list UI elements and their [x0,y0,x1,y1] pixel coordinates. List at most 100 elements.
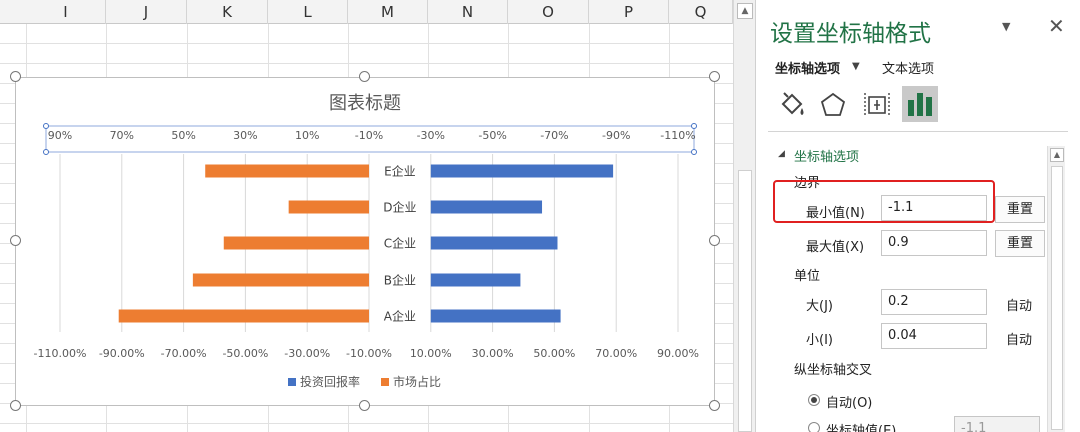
resize-handle-bottom-right[interactable] [709,400,720,411]
chart-area[interactable]: 图表标题 90% 70% 50% 30% 10% -10% -30% -50% -70% -90% -… [15,77,715,406]
column-header-i[interactable]: I [26,0,106,24]
column-header-j[interactable]: J [106,0,187,24]
bar-chart[interactable]: 图表标题 90% 70% 50% 30% 10% -10% -30% -50% -70% -90% -… [16,78,716,407]
top-axis-tick-label: 90% [48,129,72,142]
top-axis-tick-label: -70% [540,129,568,142]
resize-handle-top-middle[interactable] [359,71,370,82]
worksheet[interactable]: IJKLMNOPQ 图表标题 90% 70% 50% 30% 10% -10% -30% -50… [0,0,733,432]
bar-return-1[interactable] [430,164,614,178]
bottom-axis-tick-label: -70.00% [161,347,207,360]
radio-cross-auto[interactable] [808,394,820,406]
column-header-q[interactable]: Q [669,0,733,24]
minor-unit-auto[interactable]: 自动 [1006,329,1032,348]
pane-vertical-scrollbar[interactable]: ▲ [1047,146,1065,432]
pane-title: 设置坐标轴格式 [770,21,931,47]
bottom-axis-tick-label: 10.00% [410,347,452,360]
maximum-input[interactable]: 0.9 [881,230,987,256]
bottom-axis-tick-label: -30.00% [284,347,330,360]
section-title-axis-options[interactable]: 坐标轴选项 [794,146,859,165]
cross-value-input[interactable]: -1.1 [954,416,1040,432]
top-axis-tick-label: -50% [478,129,506,142]
axis-selection-handle[interactable] [691,123,697,129]
legend-swatch-orange [381,378,389,386]
column-header-k[interactable]: K [187,0,268,24]
annotation-highlight-box [773,180,995,223]
bar-return-5[interactable] [430,309,561,323]
axis-selection-handle[interactable] [43,149,49,155]
legend-label-orange[interactable]: 市场占比 [393,374,441,389]
reset-max-button[interactable]: 重置 [995,230,1045,257]
minor-unit-label: 小(I) [806,333,833,348]
category-label: C企业 [384,236,416,251]
bar-return-4[interactable] [430,273,521,287]
radio-cross-value[interactable] [808,422,820,432]
cross-auto-label[interactable]: 自动(O) [826,392,872,411]
pane-options-dropdown-icon[interactable]: ▼ [1002,20,1010,33]
resize-handle-middle-left[interactable] [10,235,21,246]
axis-selection-handle[interactable] [691,149,697,155]
category-label: D企业 [383,200,416,215]
chevron-down-icon[interactable]: ▼ [852,61,860,72]
top-axis-tick-label: -30% [417,129,445,142]
top-axis-tick-label: 10% [295,129,319,142]
scroll-up-arrow-icon[interactable]: ▲ [737,3,753,19]
resize-handle-middle-right[interactable] [709,235,720,246]
bottom-axis-tick-label: 50.00% [533,347,575,360]
resize-handle-bottom-middle[interactable] [359,400,370,411]
cross-value-label[interactable]: 坐标轴值(E) [826,420,896,432]
fill-line-icon[interactable] [774,88,808,122]
bar-share-2[interactable] [288,200,369,214]
category-label: B企业 [384,273,416,288]
column-header-m[interactable]: M [348,0,428,24]
bottom-axis-tick-label: 30.00% [472,347,514,360]
bottom-axis-tick-label: -90.00% [99,347,145,360]
bottom-axis-tick-label: -10.00% [346,347,392,360]
chart-title[interactable]: 图表标题 [329,93,401,114]
units-label: 单位 [794,269,821,284]
resize-handle-top-right[interactable] [709,71,720,82]
top-axis-tick-label: -10% [355,129,383,142]
bottom-axis-tick-label: -50.00% [222,347,268,360]
legend-label-blue[interactable]: 投资回报率 [300,374,360,389]
column-header-l[interactable]: L [268,0,348,24]
resize-handle-top-left[interactable] [10,71,21,82]
scroll-up-arrow-icon[interactable]: ▲ [1050,148,1064,162]
bar-share-4[interactable] [192,273,369,287]
pane-scrollbar-thumb[interactable] [1051,166,1063,430]
column-header-bar: IJKLMNOPQ [0,0,733,24]
scrollbar-thumb[interactable] [738,170,752,432]
top-axis-tick-label: 50% [171,129,195,142]
pane-divider [768,131,1068,132]
reset-min-button[interactable]: 重置 [995,196,1045,223]
resize-handle-bottom-left[interactable] [10,400,21,411]
top-axis-tick-label: -90% [602,129,630,142]
top-axis-tick-label: 30% [233,129,257,142]
bar-return-2[interactable] [430,200,543,214]
maximum-label: 最大值(X) [806,240,865,255]
bar-share-3[interactable] [223,236,369,250]
minor-unit-input[interactable]: 0.04 [881,323,987,349]
legend-swatch-blue [288,378,296,386]
major-unit-auto[interactable]: 自动 [1006,295,1032,314]
top-axis-tick-label: 70% [110,129,134,142]
category-label: A企业 [384,309,416,324]
major-unit-input[interactable]: 0.2 [881,289,987,315]
sheet-vertical-scrollbar[interactable]: ▲ [733,0,755,432]
bar-share-5[interactable] [118,309,370,323]
bar-share-1[interactable] [205,164,369,178]
vertical-axis-crosses-label: 纵坐标轴交叉 [794,363,873,378]
column-header-n[interactable]: N [428,0,508,24]
bar-return-3[interactable] [430,236,558,250]
column-header-o[interactable]: O [508,0,589,24]
major-unit-label: 大(J) [806,299,833,314]
column-header-p[interactable]: P [589,0,669,24]
effects-icon[interactable] [816,88,850,122]
bar-chart-icon [908,93,932,116]
tab-text-options[interactable]: 文本选项 [882,58,934,77]
axis-selection-handle[interactable] [43,123,49,129]
axis-options-tab-selected[interactable] [902,86,938,122]
size-properties-icon[interactable] [860,88,894,122]
tab-axis-options[interactable]: 坐标轴选项 [775,58,840,77]
collapse-triangle-icon[interactable]: ◢ [778,149,785,159]
close-icon[interactable]: ✕ [1048,14,1065,38]
